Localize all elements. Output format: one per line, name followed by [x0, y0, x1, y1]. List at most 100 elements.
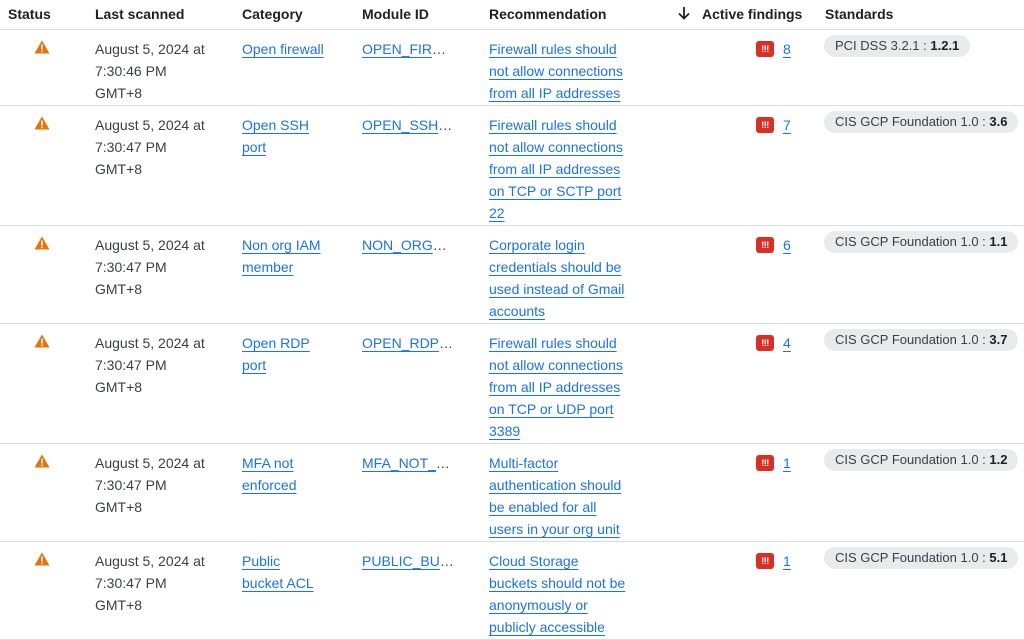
recommendation-link-line[interactable]: Firewall rules should — [489, 117, 617, 133]
recommendation-link-line[interactable]: accounts — [489, 303, 545, 319]
recommendation-link-line[interactable]: Firewall rules should — [489, 335, 617, 351]
category-link-line[interactable]: Open RDP — [242, 335, 310, 351]
category-link[interactable]: Public bucket ACL — [242, 550, 342, 594]
recommendation-link-line[interactable]: on TCP or UDP port — [489, 401, 614, 417]
recommendation-link[interactable]: Cloud Storage buckets should not be anonym… — [489, 550, 634, 638]
active-findings-count[interactable]: 8 — [783, 38, 791, 60]
active-findings-count[interactable]: 4 — [783, 332, 791, 354]
column-header-status[interactable]: Status — [8, 6, 51, 22]
recommendation-link-line[interactable]: not allow connections — [489, 357, 623, 373]
recommendation-link-line[interactable]: anonymously or — [489, 597, 588, 613]
category-link-line[interactable]: member — [242, 259, 293, 275]
arrow-down-icon[interactable] — [676, 5, 692, 24]
category-link[interactable]: MFA not enforced — [242, 452, 342, 496]
table-row[interactable]: August 5, 2024 at 7:30:47 PM GMT+8 Public bu… — [0, 542, 1024, 640]
recommendation-link-line[interactable]: used instead of Gmail — [489, 281, 624, 297]
table-row[interactable]: August 5, 2024 at 7:30:47 PM GMT+8 Open RDP… — [0, 324, 1024, 444]
column-header-last-scanned[interactable]: Last scanned — [95, 6, 184, 22]
recommendation-link[interactable]: Firewall rules should not allow connectio… — [489, 332, 634, 442]
standard-chip[interactable]: CIS GCP Foundation 1.0 : 3.6 — [824, 111, 1019, 133]
last-scanned-line: GMT+8 — [95, 161, 143, 177]
active-findings-count[interactable]: 1 — [783, 452, 791, 474]
recommendation-link[interactable]: Multi-factor authentication should be enab… — [489, 452, 634, 540]
table-header: Status Last scanned Category Module ID R… — [0, 0, 1024, 30]
category-link-line[interactable]: MFA not — [242, 455, 293, 471]
standard-chip[interactable]: CIS GCP Foundation 1.0 : 1.1 — [824, 231, 1019, 253]
last-scanned-line: GMT+8 — [95, 597, 143, 613]
standard-chip[interactable]: PCI DSS 3.2.1 : 1.2.1 — [824, 35, 971, 57]
table-row[interactable]: August 5, 2024 at 7:30:46 PM GMT+8 Open fir… — [0, 30, 1024, 106]
last-scanned-cell: August 5, 2024 at 7:30:46 PM GMT+8 — [95, 38, 220, 104]
active-findings-cell: !!! 4 — [756, 332, 791, 354]
recommendation-link-line[interactable]: not allow connections — [489, 139, 623, 155]
recommendation-link[interactable]: Corporate login credentials should be used… — [489, 234, 634, 322]
column-header-category[interactable]: Category — [242, 6, 303, 22]
last-scanned-line: GMT+8 — [95, 379, 143, 395]
module-id-link[interactable]: MFA_NOT_E… — [362, 455, 454, 471]
category-link-line[interactable]: Public — [242, 553, 280, 569]
column-header-module-id[interactable]: Module ID — [362, 6, 429, 22]
category-link-line[interactable]: bucket ACL — [242, 575, 314, 591]
standard-chip[interactable]: CIS GCP Foundation 1.0 : 1.2 — [824, 449, 1019, 471]
category-link[interactable]: Open RDP port — [242, 332, 342, 376]
module-id-link[interactable]: OPEN_SSH_… — [362, 117, 454, 133]
recommendation-link-line[interactable]: Multi-factor — [489, 455, 558, 471]
table-row[interactable]: August 5, 2024 at 7:30:47 PM GMT+8 Non org … — [0, 226, 1024, 324]
standard-name: CIS GCP Foundation 1.0 : — [835, 332, 990, 347]
recommendation-link[interactable]: Firewall rules should not allow connectio… — [489, 114, 634, 224]
warning-triangle-icon — [34, 236, 50, 250]
table-row[interactable]: August 5, 2024 at 7:30:47 PM GMT+8 Open SSH… — [0, 106, 1024, 226]
recommendation-link-line[interactable]: from all IP addresses — [489, 379, 620, 395]
last-scanned-line: August 5, 2024 at — [95, 553, 205, 569]
column-header-active-findings[interactable]: Active findings — [702, 6, 802, 22]
category-link[interactable]: Non org IAM member — [242, 234, 342, 278]
recommendation-link-line[interactable]: publicly accessible — [489, 619, 605, 635]
column-header-recommendation[interactable]: Recommendation — [489, 6, 606, 22]
active-findings-cell: !!! 8 — [756, 38, 791, 60]
category-link-line[interactable]: Open firewall — [242, 41, 324, 57]
warning-triangle-icon — [34, 334, 50, 348]
active-findings-count[interactable]: 6 — [783, 234, 791, 256]
category-link[interactable]: Open SSH port — [242, 114, 342, 158]
module-id-link[interactable]: OPEN_RDP_… — [362, 335, 454, 351]
recommendation-link-line[interactable]: buckets should not be — [489, 575, 625, 591]
recommendation-link-line[interactable]: not allow connections — [489, 63, 623, 79]
recommendation-link[interactable]: Firewall rules should not allow connectio… — [489, 38, 634, 104]
recommendation-link-line[interactable]: Cloud Storage — [489, 553, 579, 569]
recommendation-link-line[interactable]: 3389 — [489, 423, 520, 439]
recommendation-link-line[interactable]: users in your org unit — [489, 521, 620, 537]
standard-chip[interactable]: CIS GCP Foundation 1.0 : 5.1 — [824, 547, 1019, 569]
active-findings-count[interactable]: 1 — [783, 550, 791, 572]
critical-severity-icon: !!! — [756, 335, 774, 351]
module-id-link[interactable]: PUBLIC_BUC… — [362, 553, 454, 569]
recommendation-link-line[interactable]: Corporate login — [489, 237, 585, 253]
last-scanned-cell: August 5, 2024 at 7:30:47 PM GMT+8 — [95, 452, 220, 518]
category-link-line[interactable]: enforced — [242, 477, 296, 493]
table-row[interactable]: August 5, 2024 at 7:30:47 PM GMT+8 MFA not e… — [0, 444, 1024, 542]
module-id-cell: OPEN_FIRE… — [362, 38, 454, 60]
last-scanned-line: August 5, 2024 at — [95, 117, 205, 133]
standard-chip[interactable]: CIS GCP Foundation 1.0 : 3.7 — [824, 329, 1019, 351]
table-body: August 5, 2024 at 7:30:46 PM GMT+8 Open fir… — [0, 30, 1024, 640]
last-scanned-line: 7:30:46 PM — [95, 63, 167, 79]
standard-name: CIS GCP Foundation 1.0 : — [835, 550, 990, 565]
active-findings-cell: !!! 1 — [756, 452, 791, 474]
module-id-link[interactable]: OPEN_FIRE… — [362, 41, 454, 57]
category-link-line[interactable]: port — [242, 139, 266, 155]
recommendation-link-line[interactable]: Firewall rules should — [489, 41, 617, 57]
recommendation-link-line[interactable]: 22 — [489, 205, 505, 221]
recommendation-link-line[interactable]: credentials should be — [489, 259, 621, 275]
active-findings-count[interactable]: 7 — [783, 114, 791, 136]
category-link-line[interactable]: Non org IAM — [242, 237, 321, 253]
module-id-link[interactable]: NON_ORG_I… — [362, 237, 454, 253]
category-link-line[interactable]: Open SSH — [242, 117, 309, 133]
category-link-line[interactable]: port — [242, 357, 266, 373]
recommendation-link-line[interactable]: be enabled for all — [489, 499, 596, 515]
recommendation-link-line[interactable]: from all IP addresses — [489, 161, 620, 177]
recommendation-link-line[interactable]: authentication should — [489, 477, 621, 493]
recommendation-link-line[interactable]: on TCP or SCTP port — [489, 183, 621, 199]
recommendation-link-line[interactable]: from all IP addresses — [489, 85, 620, 101]
column-header-standards[interactable]: Standards — [825, 6, 893, 22]
category-link[interactable]: Open firewall — [242, 38, 342, 60]
module-id-cell: OPEN_SSH_… — [362, 114, 454, 136]
